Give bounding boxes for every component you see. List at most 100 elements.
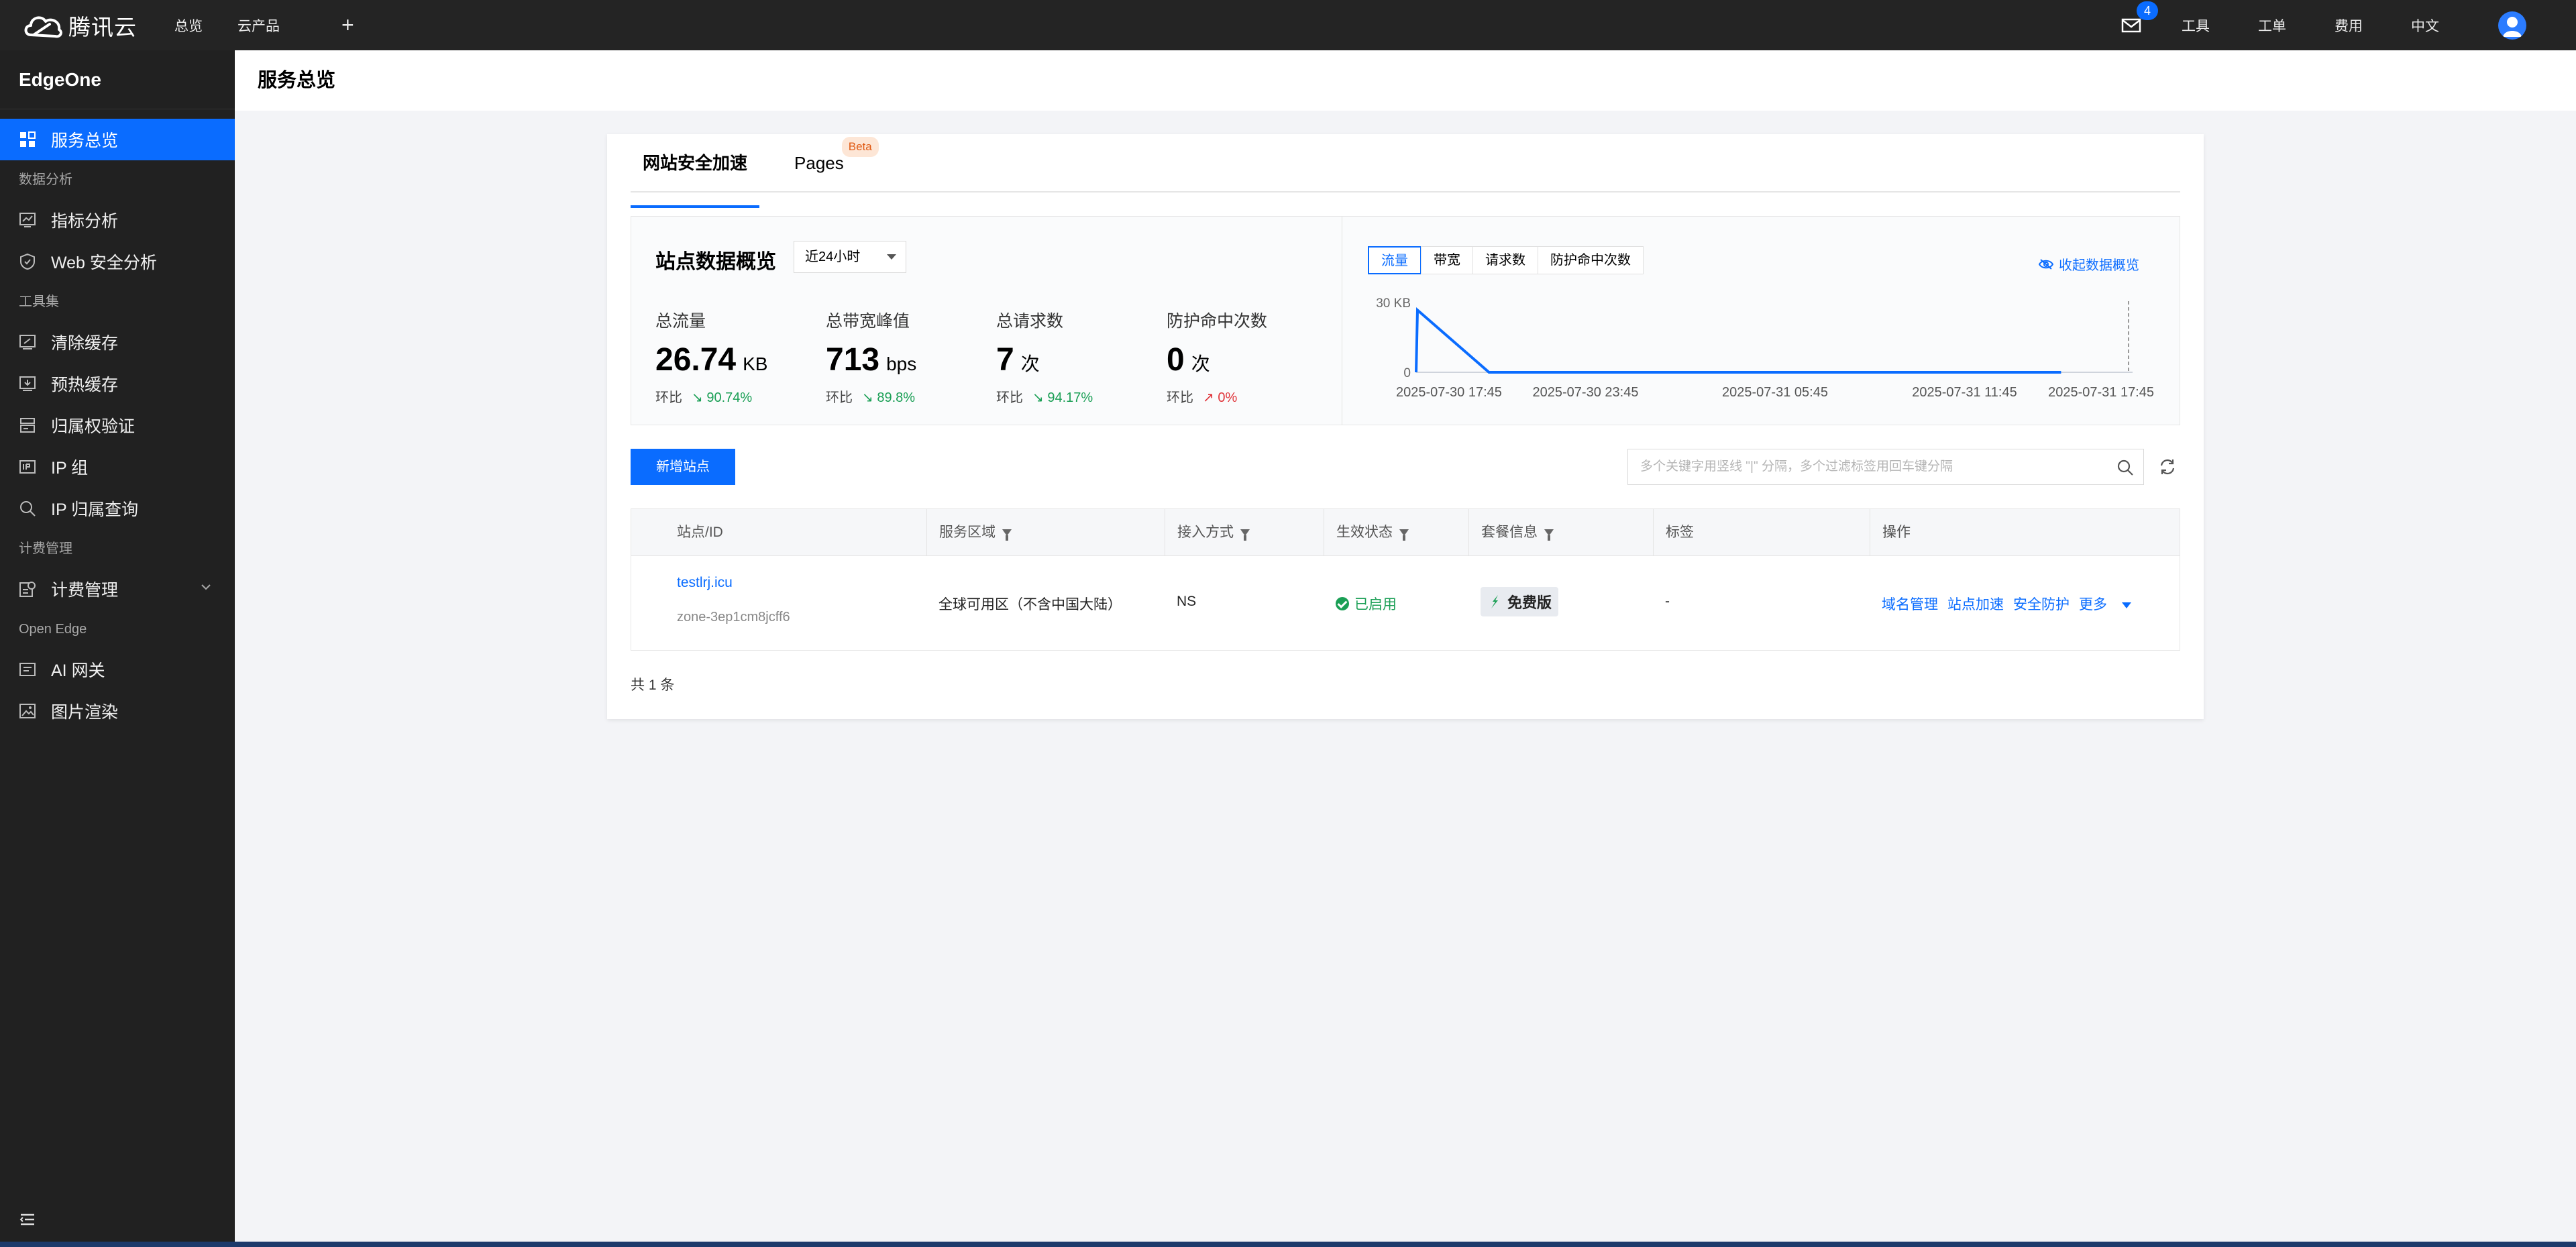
- tencent-cloud-logo[interactable]: 腾讯云: [21, 0, 137, 50]
- metric-number: 0: [1167, 342, 1185, 378]
- traffic-line-chart: 30 KB 0 2025-07-30 17:45 2025-07-30 23:45 20…: [1376, 296, 2154, 400]
- plan-tag[interactable]: 免费版: [1481, 587, 1559, 616]
- avatar[interactable]: [2498, 11, 2526, 40]
- main-card: 网站安全加速 Pages Beta 站点数据概览 近24小时 总流量 26.74…: [607, 134, 2204, 719]
- access-mode: NS: [1177, 594, 1197, 609]
- column-label: 服务区域: [939, 525, 996, 540]
- plan-lightning-icon: [1491, 595, 1498, 608]
- sidebar-item-label: 服务总览: [51, 131, 119, 150]
- metric-number: 7: [996, 342, 1014, 378]
- metric-number: 26.74: [655, 342, 737, 378]
- sidebar-item-ai-gateway[interactable]: AI 网关: [0, 649, 235, 690]
- product-tabs: 网站安全加速 Pages Beta: [631, 134, 2180, 208]
- sidebar-item-web-security[interactable]: Web 安全分析: [0, 241, 235, 282]
- column-status[interactable]: 生效状态: [1324, 509, 1468, 556]
- search-icon[interactable]: [2116, 459, 2134, 476]
- site-search-input[interactable]: 多个关键字用竖线 "|" 分隔，多个过滤标签用回车键分隔: [1627, 449, 2144, 485]
- nav-billing[interactable]: 费用: [2334, 15, 2363, 36]
- row-actions: 域名管理 站点加速 安全防护 更多: [1882, 594, 2150, 614]
- column-plan[interactable]: 套餐信息: [1468, 509, 1653, 556]
- search-placeholder: 多个关键字用竖线 "|" 分隔，多个过滤标签用回车键分隔: [1640, 459, 1953, 474]
- add-shortcut-button[interactable]: +: [341, 13, 354, 38]
- metric-value: 0次: [1167, 341, 1334, 378]
- metric-label: 总流量: [655, 312, 706, 331]
- sidebar-item-ip-group[interactable]: IP 组: [0, 446, 235, 488]
- metric-label: 防护命中次数: [1167, 312, 1268, 331]
- sidebar-item-overview[interactable]: 服务总览: [0, 119, 235, 160]
- nav-overview[interactable]: 总览: [174, 15, 203, 36]
- ip-group-icon: [19, 458, 36, 476]
- sidebar-item-prefetch[interactable]: 预热缓存: [0, 363, 235, 404]
- collapse-menu-icon[interactable]: [19, 1211, 36, 1228]
- chart-tab-protection-hits[interactable]: 防护命中次数: [1538, 246, 1644, 274]
- sidebar-item-billing[interactable]: 计费管理: [0, 568, 235, 610]
- time-range-value: 近24小时: [805, 250, 861, 264]
- site-acceleration-link[interactable]: 站点加速: [1947, 594, 2004, 614]
- table-row: testlrj.icu zone-3ep1cm8jcff6 全球可用区（不含中国…: [631, 556, 2180, 650]
- sidebar-item-ip-lookup[interactable]: IP 归属查询: [0, 488, 235, 529]
- status-badge: 已启用: [1336, 594, 1397, 614]
- nav-tickets[interactable]: 工单: [2258, 15, 2286, 36]
- tab-site-acceleration[interactable]: 网站安全加速: [631, 149, 760, 208]
- metric-compare: 环比 ↘ 90.74%: [655, 386, 823, 406]
- eye-off-icon: [2039, 258, 2053, 270]
- more-actions-dropdown[interactable]: 更多: [2079, 594, 2141, 614]
- menu-group-billing: 计费管理: [19, 541, 72, 556]
- sidebar-item-label: 归属权验证: [51, 417, 136, 436]
- filter-icon[interactable]: [1544, 529, 1554, 541]
- column-actions: 操作: [1870, 509, 2180, 556]
- change-percent: 0%: [1218, 390, 1238, 405]
- change-percent: 90.74%: [706, 390, 753, 405]
- clear-cache-icon: [19, 333, 36, 351]
- y-tick-label: 0: [1403, 366, 1411, 380]
- filter-icon[interactable]: [1002, 529, 1012, 541]
- sidebar-item-image-render[interactable]: 图片渲染: [0, 690, 235, 732]
- filter-icon[interactable]: [1240, 529, 1250, 541]
- table-header: 站点/ID 服务区域 接入方式 生效状态 套餐信息 标签 操作: [631, 509, 2180, 556]
- sidebar-item-label: 图片渲染: [51, 703, 119, 722]
- language-switch[interactable]: 中文: [2411, 15, 2439, 36]
- security-protection-link[interactable]: 安全防护: [2013, 594, 2070, 614]
- grid-icon: [19, 131, 36, 148]
- chart-tab-traffic[interactable]: 流量: [1368, 246, 1421, 274]
- ownership-icon: [19, 417, 36, 434]
- sidebar-item-metrics[interactable]: 指标分析: [0, 199, 235, 241]
- trend-down-icon: ↘: [862, 390, 873, 405]
- plan-cell: 免费版: [1481, 587, 1559, 616]
- metric-label: 总带宽峰值: [826, 312, 910, 331]
- sidebar-item-label: IP 归属查询: [51, 500, 139, 519]
- collapse-overview-link[interactable]: 收起数据概览: [2039, 254, 2139, 274]
- chart-tab-requests[interactable]: 请求数: [1472, 246, 1538, 274]
- column-access[interactable]: 接入方式: [1165, 509, 1324, 556]
- brand-name: 腾讯云: [68, 14, 137, 40]
- column-region[interactable]: 服务区域: [926, 509, 1165, 556]
- sidebar-item-ownership[interactable]: 归属权验证: [0, 404, 235, 446]
- nav-tools[interactable]: 工具: [2182, 15, 2210, 36]
- metric-compare: 环比 ↘ 89.8%: [826, 386, 994, 406]
- metric-protection-hits: 防护命中次数 0次 环比 ↗ 0%: [1167, 308, 1334, 406]
- metric-unit: bps: [886, 354, 917, 374]
- time-range-select[interactable]: 近24小时: [794, 241, 906, 273]
- x-tick-label: 2025-07-30 17:45: [1396, 385, 1502, 400]
- message-button[interactable]: 4: [2121, 1, 2158, 34]
- trend-up-value: ↗ 0%: [1203, 390, 1237, 405]
- sidebar-item-clear-cache[interactable]: 清除缓存: [0, 321, 235, 363]
- tab-pages[interactable]: Pages Beta: [782, 137, 879, 191]
- overview-chart-area: 流量 带宽 请求数 防护命中次数 收起数据概览 30 KB 0 2025-07-30…: [1342, 217, 2181, 425]
- status-label: 已启用: [1354, 597, 1397, 612]
- overview-title: 站点数据概览: [655, 251, 776, 273]
- nav-products[interactable]: 云产品: [237, 15, 280, 36]
- billing-icon: [19, 580, 36, 598]
- sites-table: 站点/ID 服务区域 接入方式 生效状态 套餐信息 标签 操作 testlrj.…: [631, 508, 2180, 651]
- refresh-icon[interactable]: [2158, 457, 2177, 476]
- caret-down-icon: [2122, 602, 2131, 608]
- add-site-button[interactable]: 新增站点: [631, 449, 735, 485]
- filter-icon[interactable]: [1399, 529, 1409, 541]
- chart-tab-bandwidth[interactable]: 带宽: [1421, 246, 1473, 274]
- site-name-link[interactable]: testlrj.icu: [677, 575, 733, 591]
- domain-management-link[interactable]: 域名管理: [1882, 594, 1938, 614]
- collapse-label: 收起数据概览: [2059, 258, 2139, 273]
- tab-label: Pages: [794, 153, 844, 173]
- sidebar-item-label: 清除缓存: [51, 334, 119, 353]
- total-count: 共 1 条: [631, 677, 675, 693]
